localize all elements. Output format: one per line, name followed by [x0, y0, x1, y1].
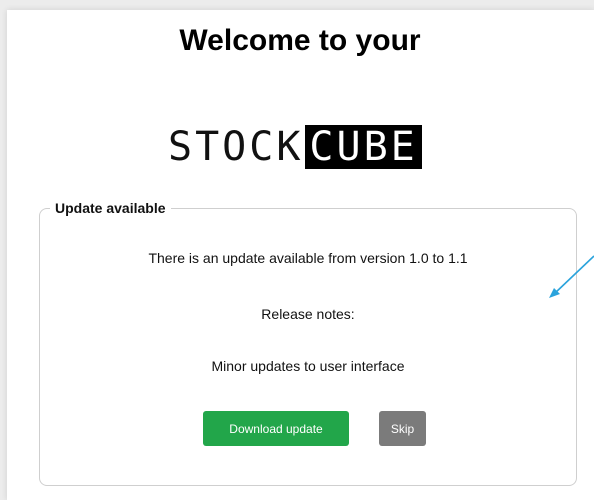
skip-button[interactable]: Skip — [379, 411, 426, 446]
arrow-pointer-icon — [549, 255, 594, 298]
stockcube-logo: STOCK CUBE — [166, 125, 422, 169]
logo-part-cube: CUBE — [305, 125, 422, 169]
download-update-button[interactable]: Download update — [203, 411, 349, 446]
release-notes-label: Release notes: — [261, 306, 355, 322]
release-notes-text: Minor updates to user interface — [211, 358, 405, 374]
update-panel-legend: Update available — [50, 200, 171, 216]
logo-part-stock: STOCK — [168, 124, 304, 170]
page-title: Welcome to your — [179, 24, 421, 57]
update-message: There is an update available from versio… — [148, 250, 468, 266]
